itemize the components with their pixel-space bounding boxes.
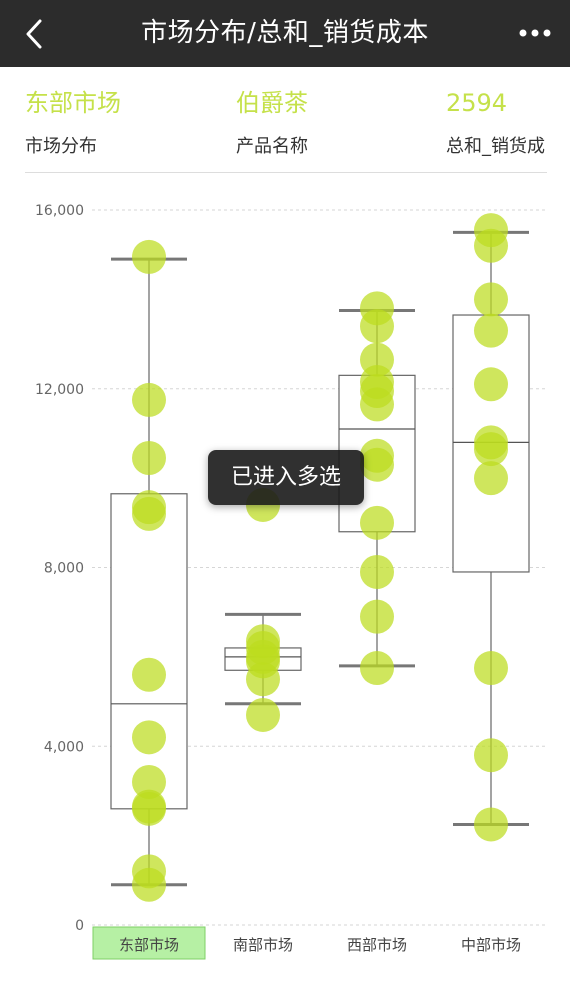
data-point[interactable]: [474, 807, 508, 842]
box-iqr[interactable]: [110, 493, 188, 810]
data-point[interactable]: [132, 867, 166, 902]
data-point[interactable]: [360, 505, 394, 540]
data-point[interactable]: [132, 657, 166, 692]
data-point[interactable]: [360, 387, 394, 422]
data-point[interactable]: [360, 651, 394, 686]
data-point[interactable]: [246, 662, 280, 697]
data-point[interactable]: [474, 313, 508, 348]
data-point[interactable]: [246, 697, 280, 732]
x-category-label[interactable]: 南部市场: [233, 936, 293, 954]
data-point[interactable]: [132, 441, 166, 476]
x-category-label[interactable]: 东部市场: [119, 936, 179, 954]
data-point[interactable]: [474, 432, 508, 467]
x-category-label[interactable]: 西部市场: [347, 936, 407, 954]
y-tick-label: 8,000: [44, 561, 84, 577]
data-point[interactable]: [132, 720, 166, 755]
y-tick-label: 0: [75, 918, 84, 934]
data-point[interactable]: [360, 599, 394, 634]
x-category-label[interactable]: 中部市场: [461, 936, 521, 954]
data-point[interactable]: [360, 309, 394, 344]
data-point[interactable]: [474, 228, 508, 263]
data-point[interactable]: [474, 367, 508, 402]
data-point[interactable]: [360, 447, 394, 482]
data-point[interactable]: [474, 461, 508, 496]
data-point[interactable]: [132, 789, 166, 824]
data-point[interactable]: [474, 651, 508, 686]
data-point[interactable]: [132, 239, 166, 274]
multiselect-toast: 已进入多选: [208, 450, 364, 505]
y-tick-label: 4,000: [44, 739, 84, 755]
data-point[interactable]: [132, 496, 166, 531]
data-point[interactable]: [360, 554, 394, 589]
y-tick-label: 16,000: [35, 203, 84, 219]
y-tick-label: 12,000: [35, 382, 84, 398]
data-point[interactable]: [474, 738, 508, 773]
data-point[interactable]: [132, 382, 166, 417]
data-point[interactable]: [474, 282, 508, 317]
